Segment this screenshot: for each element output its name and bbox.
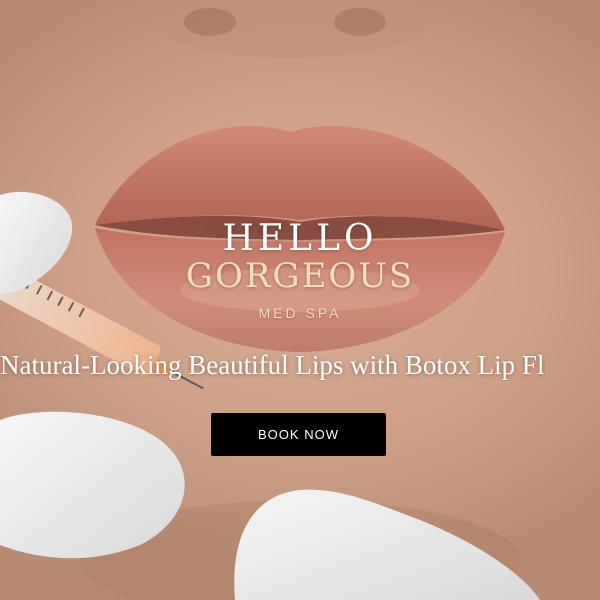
brand-gorgeous: GORGEOUS [185,256,415,296]
hero-section: HELLO GORGEOUS MED SPA Natural-Looking B… [0,0,600,600]
book-now-button[interactable]: BOOK NOW [211,413,386,456]
brand-med-spa: MED SPA [258,305,342,321]
brand-hello: HELLO [222,218,378,259]
hero-tagline: Natural-Looking Beautiful Lips with Boto… [0,350,545,380]
hero-background-image [0,0,540,600]
upper-lip [95,125,505,230]
